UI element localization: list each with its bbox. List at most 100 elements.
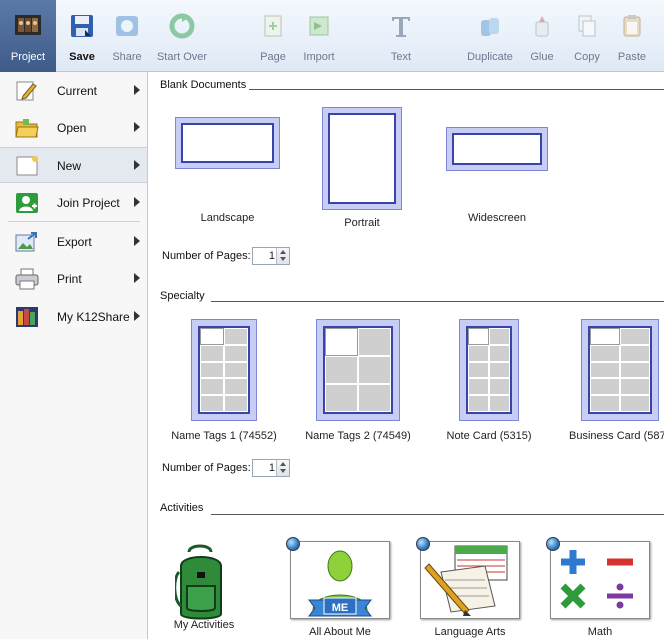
template-label: Note Card (5315) bbox=[446, 430, 532, 442]
submenu-arrow-icon bbox=[134, 122, 140, 132]
number-of-pages-stepper[interactable]: 1 bbox=[252, 247, 290, 265]
globe-icon bbox=[546, 537, 560, 551]
section-heading-blank-documents: Blank Documents bbox=[160, 79, 247, 91]
menu-label: Print bbox=[57, 272, 82, 286]
import-icon bbox=[309, 16, 329, 36]
number-of-pages-stepper[interactable]: 1 bbox=[252, 459, 290, 477]
save-button[interactable]: Save bbox=[60, 0, 104, 72]
math-icon bbox=[560, 550, 633, 609]
text-button[interactable]: Text bbox=[382, 0, 420, 72]
copy-label: Copy bbox=[574, 51, 600, 63]
menu-item-export[interactable]: Export bbox=[0, 224, 147, 260]
name-tags-2-thumbnail bbox=[316, 319, 400, 421]
math-card bbox=[550, 541, 650, 619]
activity-language-arts[interactable] bbox=[416, 537, 520, 619]
section-heading-specialty: Specialty bbox=[160, 290, 205, 302]
template-label: Landscape bbox=[200, 212, 255, 224]
number-of-pages-label: Number of Pages: bbox=[162, 462, 251, 474]
project-icon bbox=[15, 15, 41, 35]
template-name-tags-1[interactable] bbox=[191, 319, 257, 421]
stepper-arrows-icon[interactable] bbox=[276, 460, 289, 476]
page-button[interactable]: Page bbox=[254, 0, 292, 72]
paste-label: Paste bbox=[617, 51, 647, 63]
globe-icon bbox=[416, 537, 430, 551]
menu-item-print[interactable]: Print bbox=[0, 261, 147, 297]
join-project-icon bbox=[16, 193, 38, 213]
new-document-icon bbox=[16, 156, 38, 176]
all-about-me-card: ME bbox=[290, 541, 390, 619]
glue-button[interactable]: Glue bbox=[524, 0, 560, 72]
all-about-me-icon: ME bbox=[308, 550, 372, 617]
menu-label: My K12Share bbox=[57, 310, 130, 324]
name-tags-1-thumbnail bbox=[191, 319, 257, 421]
template-landscape[interactable] bbox=[175, 117, 280, 187]
menu-label: New bbox=[57, 159, 82, 173]
printer-icon bbox=[15, 268, 39, 290]
activity-label: Math bbox=[587, 626, 613, 638]
copy-icon bbox=[578, 15, 596, 37]
import-label: Import bbox=[303, 51, 335, 63]
template-note-card[interactable] bbox=[459, 319, 519, 421]
menu-item-current[interactable]: Current bbox=[0, 73, 147, 109]
share-label: Share bbox=[112, 51, 142, 63]
portrait-thumbnail bbox=[322, 107, 402, 210]
project-menu: Current Open New Join Project Export Pri… bbox=[0, 72, 148, 639]
export-icon bbox=[15, 232, 37, 252]
duplicate-icon bbox=[481, 18, 499, 36]
activity-all-about-me[interactable]: ME bbox=[286, 537, 390, 619]
menu-item-join-project[interactable]: Join Project bbox=[0, 185, 147, 221]
submenu-arrow-icon bbox=[134, 197, 140, 207]
activity-label: All About Me bbox=[309, 626, 371, 638]
template-label: Portrait bbox=[344, 217, 380, 229]
project-button[interactable]: Project bbox=[0, 0, 56, 72]
template-name-tags-2[interactable] bbox=[316, 319, 400, 421]
menu-item-my-k12share[interactable]: My K12Share bbox=[0, 299, 147, 335]
widescreen-thumbnail bbox=[446, 127, 548, 171]
paste-button[interactable]: Paste bbox=[612, 0, 652, 72]
start-over-button[interactable]: Start Over bbox=[152, 0, 212, 72]
project-label: Project bbox=[10, 51, 46, 63]
number-of-pages-label: Number of Pages: bbox=[162, 250, 251, 262]
submenu-arrow-icon bbox=[134, 273, 140, 283]
template-business-card[interactable] bbox=[581, 319, 659, 421]
activity-label: My Activities bbox=[173, 619, 235, 631]
menu-item-new[interactable]: New bbox=[0, 147, 147, 183]
pencil-icon bbox=[16, 81, 37, 101]
save-label: Save bbox=[69, 51, 95, 63]
text-icon bbox=[392, 17, 410, 37]
activity-my-activities[interactable] bbox=[171, 540, 241, 630]
activity-math[interactable] bbox=[546, 537, 650, 619]
duplicate-label: Duplicate bbox=[467, 51, 513, 63]
submenu-arrow-icon bbox=[134, 236, 140, 246]
activity-label: Language Arts bbox=[434, 626, 506, 638]
menu-item-open[interactable]: Open bbox=[0, 110, 147, 146]
copy-button[interactable]: Copy bbox=[568, 0, 606, 72]
menu-label: Current bbox=[57, 84, 98, 98]
language-arts-icon bbox=[424, 545, 508, 616]
toolbar: Project Save Share Start Over Page Impor… bbox=[0, 0, 664, 72]
duplicate-button[interactable]: Duplicate bbox=[464, 0, 516, 72]
stepper-arrows-icon[interactable] bbox=[276, 248, 289, 264]
section-divider bbox=[211, 301, 664, 302]
glue-label: Glue bbox=[530, 51, 554, 63]
template-widescreen[interactable] bbox=[446, 127, 548, 171]
landscape-thumbnail bbox=[175, 117, 280, 169]
section-divider bbox=[211, 514, 664, 515]
language-arts-card bbox=[420, 541, 520, 619]
globe-icon bbox=[286, 537, 300, 551]
share-button[interactable]: Share bbox=[106, 0, 148, 72]
share-icon bbox=[116, 16, 138, 36]
template-portrait[interactable] bbox=[322, 107, 402, 210]
import-button[interactable]: Import bbox=[296, 0, 342, 72]
page-label: Page bbox=[260, 51, 286, 63]
menu-divider bbox=[8, 221, 140, 222]
save-icon bbox=[71, 15, 93, 37]
backpack-icon bbox=[175, 544, 222, 620]
stepper-value: 1 bbox=[268, 250, 275, 262]
folder-open-icon bbox=[15, 119, 39, 138]
note-card-thumbnail bbox=[459, 319, 519, 421]
business-card-thumbnail bbox=[581, 319, 659, 421]
menu-label: Export bbox=[57, 235, 92, 249]
template-label: Business Card (5871 bbox=[569, 430, 664, 442]
submenu-arrow-icon bbox=[134, 85, 140, 95]
